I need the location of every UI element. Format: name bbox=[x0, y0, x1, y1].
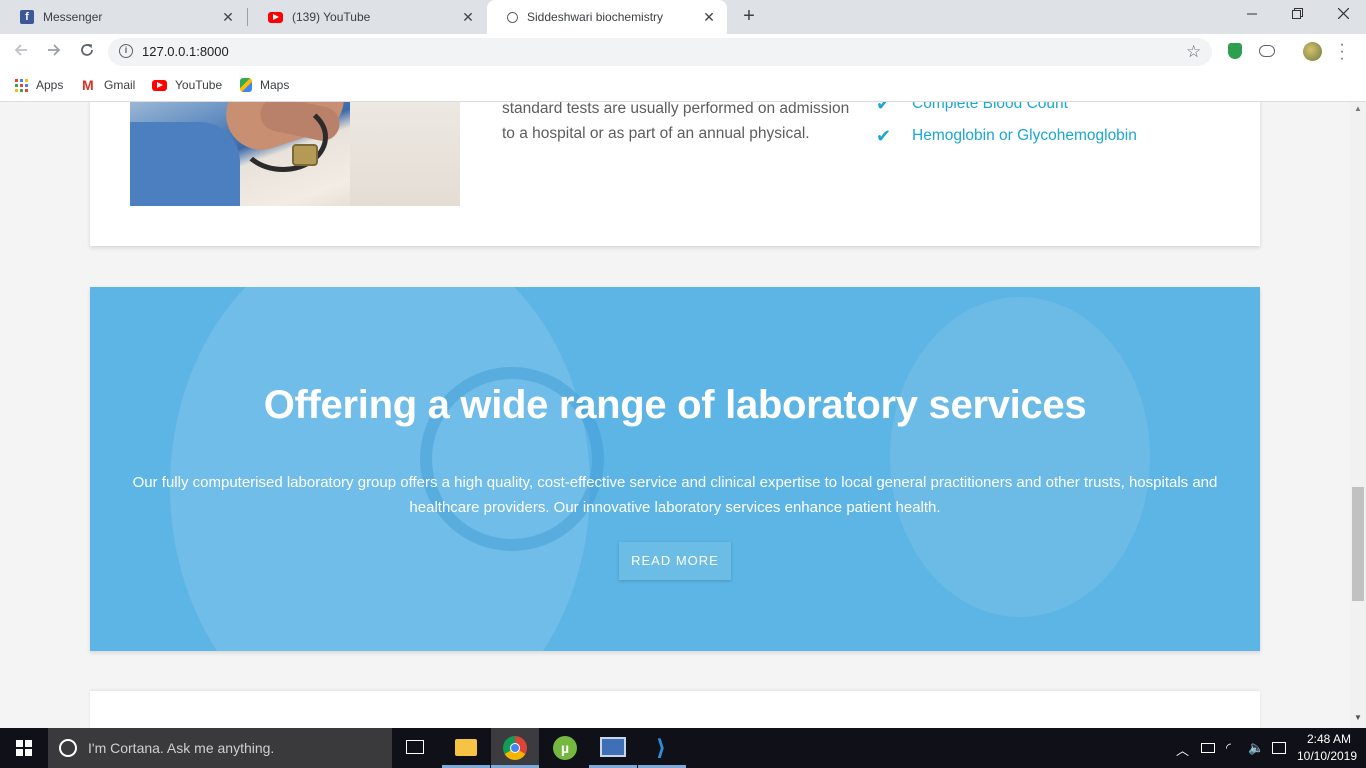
gmail-icon: M bbox=[82, 77, 94, 93]
wifi-icon[interactable]: ◜ bbox=[1226, 740, 1231, 756]
close-icon bbox=[1337, 7, 1349, 20]
read-more-button[interactable]: READ MORE bbox=[619, 542, 731, 580]
tests-description-line: to a hospital or as part of an annual ph… bbox=[502, 125, 810, 142]
reload-icon bbox=[81, 44, 93, 56]
menu-kebab-icon[interactable]: · · · bbox=[1338, 37, 1346, 67]
glasses-extension-icon[interactable] bbox=[1259, 45, 1275, 57]
cortana-placeholder[interactable]: I'm Cortana. Ask me anything. bbox=[88, 740, 274, 756]
minimize-button[interactable] bbox=[1229, 0, 1275, 32]
windows-start-icon[interactable] bbox=[16, 740, 32, 756]
tab-youtube[interactable]: (139) YouTube ✕ bbox=[248, 0, 486, 34]
tests-checklist: ✔ Complete Blood Count ✔ Hemoglobin or G… bbox=[876, 102, 1137, 152]
photo-detail bbox=[130, 122, 240, 206]
arrow-left-icon bbox=[14, 44, 27, 56]
tab-title: (139) YouTube bbox=[292, 10, 371, 24]
tests-description: standard tests are usually performed on … bbox=[502, 102, 852, 146]
bookmark-label: Apps bbox=[36, 78, 64, 92]
checkmark-icon: ✔ bbox=[876, 125, 892, 146]
bookmark-label: Maps bbox=[260, 78, 290, 92]
profile-avatar[interactable] bbox=[1303, 42, 1322, 61]
bookmark-apps[interactable]: Apps bbox=[15, 76, 63, 94]
close-icon[interactable]: ✕ bbox=[220, 9, 236, 26]
close-icon[interactable]: ✕ bbox=[701, 9, 717, 26]
reload-button[interactable] bbox=[76, 41, 98, 63]
volume-icon[interactable]: 🔈 bbox=[1248, 740, 1264, 756]
address-bar[interactable] bbox=[108, 38, 1212, 66]
services-banner: Offering a wide range of laboratory serv… bbox=[90, 287, 1260, 651]
tab-siddeshwari[interactable]: Siddeshwari biochemistry ✕ bbox=[487, 0, 727, 34]
checklist-label: Hemoglobin or Glycohemoglobin bbox=[912, 127, 1137, 144]
tab-messenger[interactable]: f Messenger ✕ bbox=[0, 0, 246, 34]
globe-icon bbox=[507, 11, 518, 23]
checkmark-icon: ✔ bbox=[876, 102, 892, 114]
checklist-item: ✔ Hemoglobin or Glycohemoglobin bbox=[876, 120, 1137, 152]
url-text[interactable]: 127.0.0.1:8000 bbox=[142, 44, 229, 59]
chrome-icon[interactable] bbox=[503, 736, 527, 760]
tests-description-line: standard tests are usually performed on … bbox=[502, 102, 850, 117]
bookmark-youtube[interactable]: YouTube bbox=[152, 76, 222, 94]
tab-title: Siddeshwari biochemistry bbox=[527, 10, 664, 24]
restore-button[interactable] bbox=[1274, 0, 1320, 32]
next-section-card bbox=[90, 691, 1260, 728]
bookmark-maps[interactable]: Maps bbox=[240, 76, 289, 94]
vscode-icon[interactable]: ⟩ bbox=[649, 736, 673, 760]
banner-text: Our fully computerised laboratory group … bbox=[132, 474, 1218, 516]
notification-icon[interactable] bbox=[1272, 742, 1286, 754]
scroll-up-arrow-icon[interactable]: ▲ bbox=[1354, 104, 1362, 113]
clock-date[interactable]: 10/10/2019 bbox=[1296, 749, 1358, 763]
scroll-down-arrow-icon[interactable]: ▼ bbox=[1354, 713, 1362, 722]
close-icon[interactable]: ✕ bbox=[460, 9, 476, 26]
restore-icon bbox=[1291, 8, 1303, 19]
youtube-icon bbox=[152, 79, 167, 91]
arrow-right-icon bbox=[48, 44, 61, 56]
bookmark-label: YouTube bbox=[175, 78, 223, 92]
remote-desktop-icon[interactable] bbox=[600, 737, 626, 757]
shield-extension-icon[interactable] bbox=[1228, 43, 1242, 59]
clock-time[interactable]: 2:48 AM bbox=[1304, 732, 1354, 746]
cortana-icon bbox=[59, 739, 77, 757]
banner-title: Offering a wide range of laboratory serv… bbox=[263, 383, 1087, 427]
page-scrollbar[interactable] bbox=[1350, 102, 1366, 728]
utorrent-icon[interactable]: µ bbox=[553, 736, 577, 760]
tests-card: standard tests are usually performed on … bbox=[90, 102, 1260, 246]
doctor-patient-photo bbox=[130, 102, 460, 206]
photo-detail bbox=[350, 102, 460, 206]
photo-detail bbox=[292, 144, 318, 166]
checklist-label: Complete Blood Count bbox=[912, 102, 1068, 112]
minimize-icon bbox=[1246, 13, 1257, 15]
file-explorer-icon[interactable] bbox=[455, 739, 477, 756]
task-view-icon[interactable] bbox=[406, 740, 424, 754]
tab-title: Messenger bbox=[43, 10, 103, 24]
page-viewport: standard tests are usually performed on … bbox=[0, 102, 1350, 728]
close-window-button[interactable] bbox=[1320, 0, 1366, 32]
new-tab-button[interactable]: + bbox=[738, 5, 760, 27]
apps-grid-icon bbox=[15, 78, 28, 92]
banner-overlay bbox=[90, 287, 1260, 651]
bookmark-label: Gmail bbox=[104, 78, 136, 92]
facebook-icon: f bbox=[20, 10, 34, 24]
bookmark-star-icon[interactable]: ☆ bbox=[1186, 42, 1201, 62]
forward-button[interactable] bbox=[43, 41, 65, 63]
battery-icon[interactable] bbox=[1201, 743, 1215, 753]
youtube-icon bbox=[268, 11, 283, 23]
back-button[interactable] bbox=[10, 41, 32, 63]
tray-chevron-up-icon[interactable]: ︿ bbox=[1176, 740, 1189, 759]
checklist-item: ✔ Complete Blood Count bbox=[876, 102, 1137, 120]
info-icon[interactable]: i bbox=[119, 44, 133, 58]
bookmark-gmail[interactable]: M Gmail bbox=[82, 76, 135, 94]
maps-icon bbox=[240, 78, 252, 92]
scroll-thumb[interactable] bbox=[1352, 487, 1364, 601]
